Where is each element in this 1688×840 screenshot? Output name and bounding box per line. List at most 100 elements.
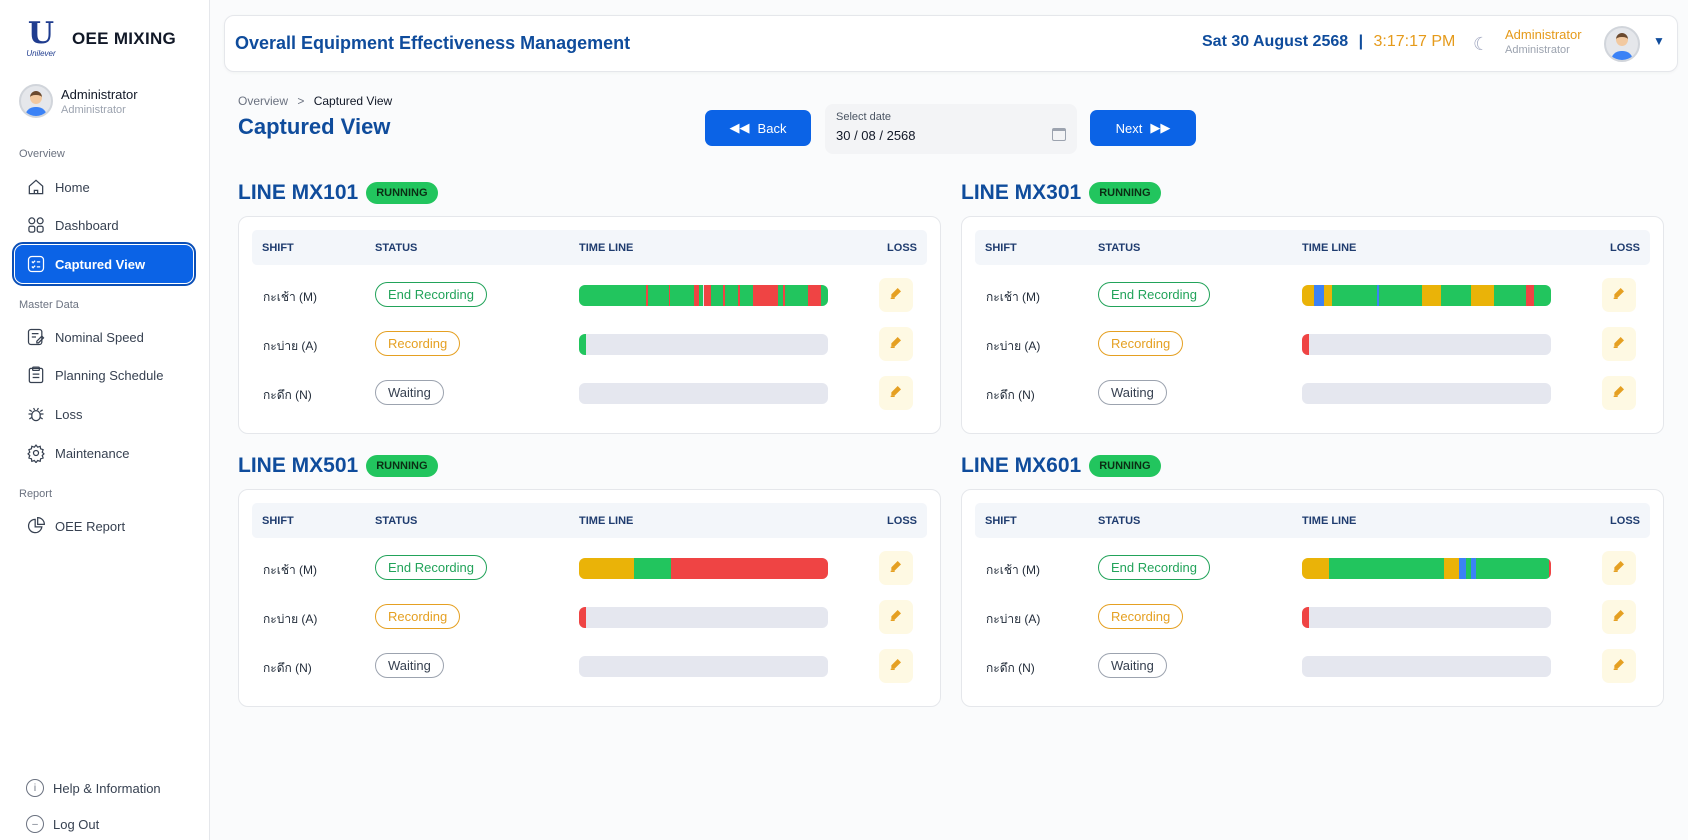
shift-label: กะดึก (N) <box>986 661 1035 675</box>
loss-edit-button[interactable] <box>879 600 913 634</box>
timeline-bar[interactable] <box>579 607 828 628</box>
status-badge: RUNNING <box>366 182 438 204</box>
back-button[interactable]: ◀◀ Back <box>705 110 811 146</box>
next-button[interactable]: Next ▶▶ <box>1090 110 1196 146</box>
pencil-icon <box>1611 607 1627 628</box>
line-card: SHIFT STATUS TIME LINE LOSS กะเช้า (M) E… <box>961 216 1664 434</box>
brand[interactable]: U Unilever OEE MIXING <box>22 18 176 60</box>
help-label: Help & Information <box>53 780 161 796</box>
timeline-bar[interactable] <box>1302 285 1551 306</box>
breadcrumb-overview[interactable]: Overview <box>238 94 288 108</box>
timeline-segment <box>579 334 587 355</box>
col-status: STATUS <box>1098 515 1141 527</box>
timeline-segment <box>1324 285 1332 306</box>
timeline-bar[interactable] <box>579 383 828 404</box>
sidebar-item-label: Maintenance <box>55 445 130 461</box>
sidebar-item-oee-report[interactable]: OEE Report <box>15 507 193 545</box>
moon-icon[interactable]: ☾ <box>1473 34 1489 55</box>
col-status: STATUS <box>1098 242 1141 254</box>
header-user[interactable]: Administrator Administrator <box>1505 27 1582 56</box>
timeline-segment <box>1302 607 1310 628</box>
line-card: SHIFT STATUS TIME LINE LOSS กะเช้า (M) E… <box>961 489 1664 707</box>
timeline-segment <box>820 285 828 306</box>
calendar-icon[interactable] <box>1052 128 1066 141</box>
table-row: กะบ่าย (A) Recording <box>239 597 942 637</box>
sidebar-item-loss[interactable]: Loss <box>15 395 193 433</box>
recording-status: End Recording <box>375 555 487 580</box>
datetime-separator: | <box>1358 33 1364 50</box>
sidebar-item-nominal-speed[interactable]: Nominal Speed <box>15 318 193 356</box>
timeline-bar[interactable] <box>1302 334 1551 355</box>
loss-edit-button[interactable] <box>879 649 913 683</box>
line-header: LINE MX301 RUNNING <box>961 181 1161 205</box>
timeline-segment <box>1548 558 1551 579</box>
chevron-down-icon[interactable]: ▼ <box>1653 34 1665 48</box>
loss-edit-button[interactable] <box>1602 551 1636 585</box>
status-badge: RUNNING <box>1089 182 1161 204</box>
sidebar-item-home[interactable]: Home <box>15 168 193 206</box>
col-timeline: TIME LINE <box>579 515 634 527</box>
timeline-segment <box>1421 285 1442 306</box>
help-link[interactable]: i Help & Information <box>26 779 161 797</box>
top-header: Overall Equipment Effectiveness Manageme… <box>224 15 1678 72</box>
timeline-bar[interactable] <box>1302 607 1551 628</box>
fast-forward-icon: ▶▶ <box>1150 120 1171 135</box>
line-card: SHIFT STATUS TIME LINE LOSS กะเช้า (M) E… <box>238 216 941 434</box>
breadcrumb-current: Captured View <box>313 94 393 108</box>
timeline-bar[interactable] <box>579 285 828 306</box>
loss-edit-button[interactable] <box>1602 327 1636 361</box>
shift-label: กะเช้า (M) <box>986 563 1041 577</box>
timeline-segment <box>1471 285 1494 306</box>
loss-edit-button[interactable] <box>879 551 913 585</box>
col-shift: SHIFT <box>985 242 1017 254</box>
section-master-label: Master Data <box>19 299 79 311</box>
avatar <box>19 84 53 118</box>
sidebar-item-maintenance[interactable]: Maintenance <box>15 434 193 472</box>
timeline-bar[interactable] <box>1302 558 1551 579</box>
timeline-bar[interactable] <box>1302 656 1551 677</box>
timeline-segment <box>1458 558 1467 579</box>
timeline-segment <box>1331 285 1377 306</box>
sidebar-item-label: Captured View <box>55 256 146 272</box>
col-loss: LOSS <box>1610 515 1640 527</box>
table-header: SHIFT STATUS TIME LINE LOSS <box>252 503 927 538</box>
loss-edit-button[interactable] <box>879 327 913 361</box>
section-overview-label: Overview <box>19 148 65 160</box>
timeline-segment <box>1302 334 1310 355</box>
timeline-bar[interactable] <box>579 334 828 355</box>
line-name: LINE MX601 <box>961 454 1082 477</box>
logout-link[interactable]: – Log Out <box>26 815 99 833</box>
loss-edit-button[interactable] <box>1602 376 1636 410</box>
loss-edit-button[interactable] <box>1602 600 1636 634</box>
current-time: 3:17:17 PM <box>1373 33 1456 50</box>
timeline-bar[interactable] <box>1302 383 1551 404</box>
sidebar-item-captured-view[interactable]: Captured View <box>12 242 196 286</box>
shift-label: กะบ่าย (A) <box>986 612 1041 626</box>
info-icon: i <box>26 779 44 797</box>
recording-status: Recording <box>375 331 461 356</box>
timeline-segment <box>1526 285 1534 306</box>
sidebar-item-dashboard[interactable]: Dashboard <box>15 206 193 244</box>
recording-status: Recording <box>375 604 461 629</box>
shift-label: กะบ่าย (A) <box>263 612 318 626</box>
loss-edit-button[interactable] <box>1602 278 1636 312</box>
pencil-icon <box>888 334 904 355</box>
timeline-segment <box>739 285 754 306</box>
date-picker[interactable]: Select date 30 / 08 / 2568 <box>825 104 1077 154</box>
status-badge: RUNNING <box>1089 455 1161 477</box>
col-timeline: TIME LINE <box>1302 242 1357 254</box>
col-status: STATUS <box>375 242 418 254</box>
loss-edit-button[interactable] <box>879 278 913 312</box>
loss-edit-button[interactable] <box>1602 649 1636 683</box>
timeline-bar[interactable] <box>579 656 828 677</box>
header-avatar[interactable] <box>1604 26 1640 62</box>
table-row: กะเช้า (M) End Recording <box>962 548 1665 588</box>
recording-status: Waiting <box>1098 653 1167 678</box>
loss-edit-button[interactable] <box>879 376 913 410</box>
sidebar-item-planning-schedule[interactable]: Planning Schedule <box>15 356 193 394</box>
col-shift: SHIFT <box>985 515 1017 527</box>
line-card: SHIFT STATUS TIME LINE LOSS กะเช้า (M) E… <box>238 489 941 707</box>
timeline-bar[interactable] <box>579 558 828 579</box>
table-row: กะเช้า (M) End Recording <box>239 548 942 588</box>
timeline-segment <box>724 285 739 306</box>
